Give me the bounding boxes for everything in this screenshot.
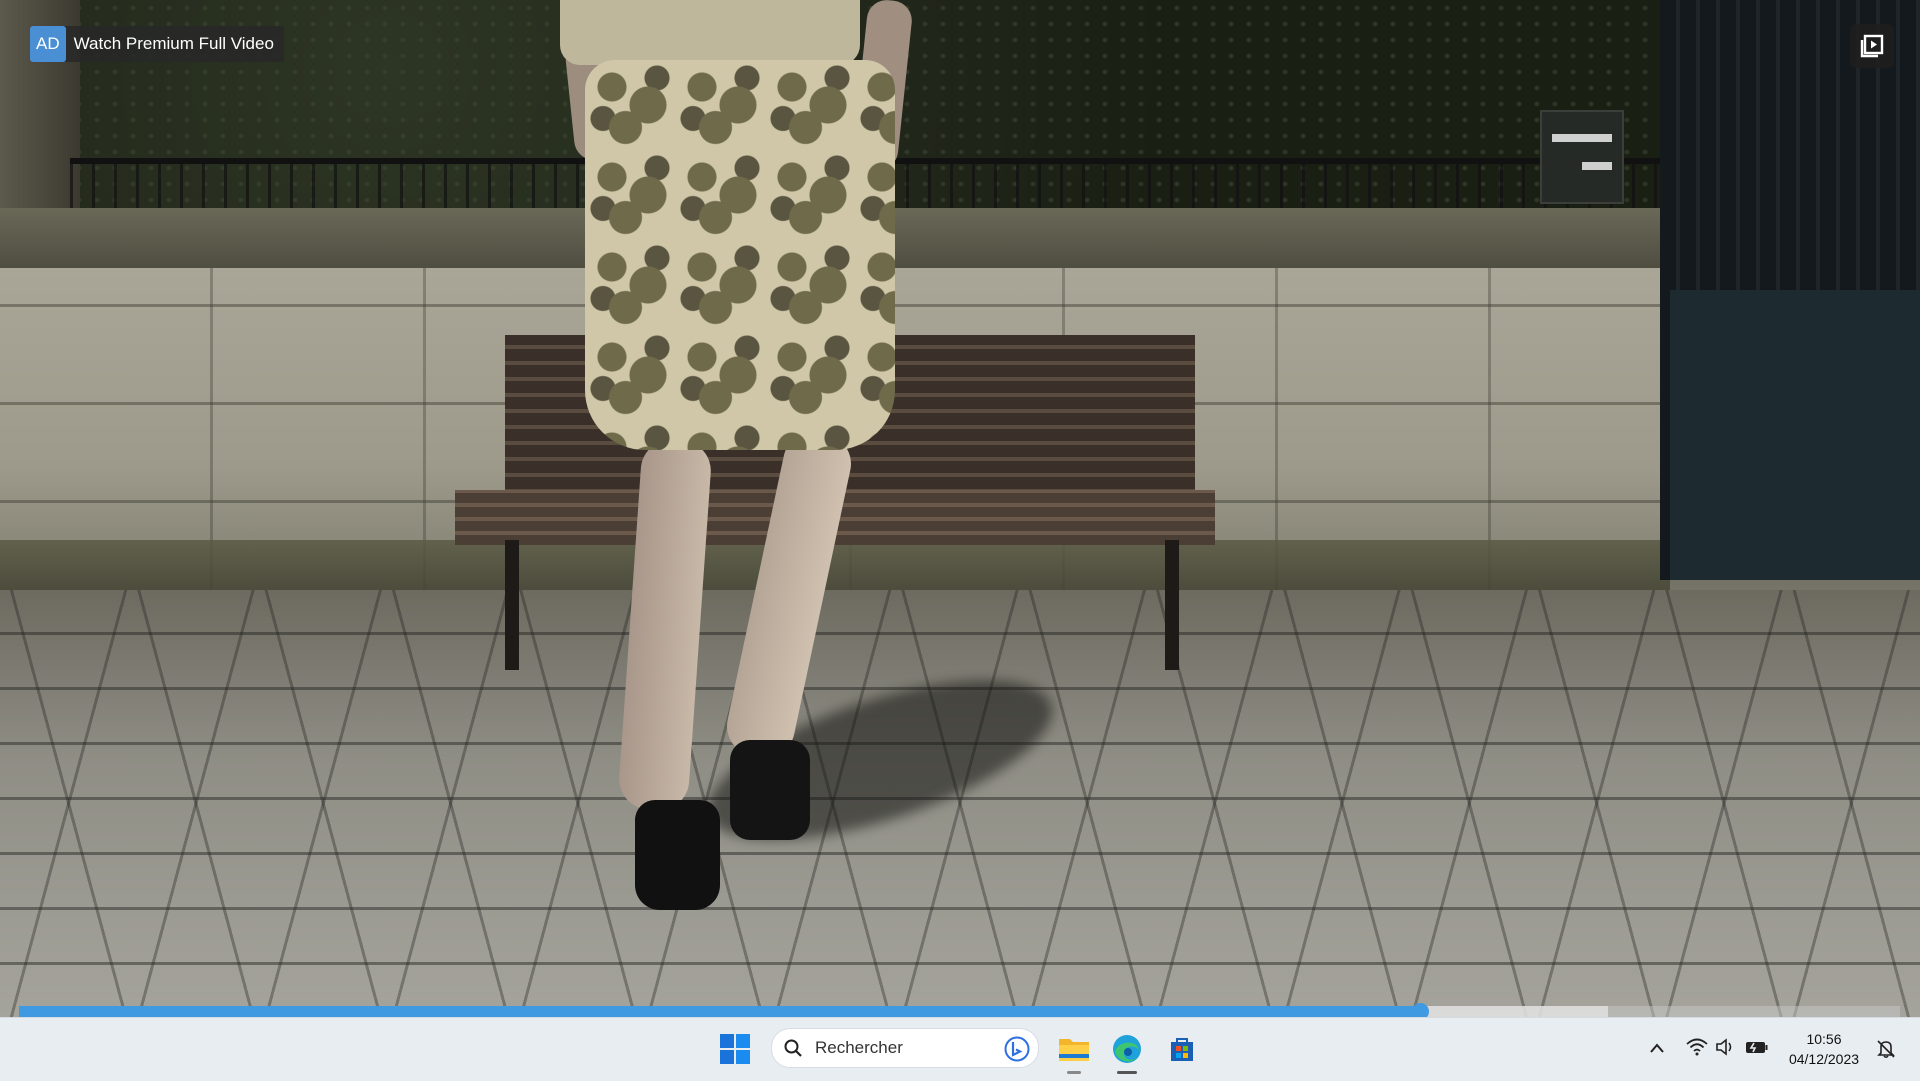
start-icon[interactable] xyxy=(718,1032,752,1066)
edge-app[interactable] xyxy=(1107,1029,1147,1074)
bing-icon[interactable] xyxy=(1004,1036,1030,1062)
playlist-play-icon xyxy=(1860,34,1884,58)
video-progress-bar[interactable] xyxy=(19,1003,1900,1020)
taskbar-clock[interactable]: 10:56 04/12/2023 xyxy=(1782,1029,1866,1069)
video-player[interactable] xyxy=(0,0,1920,1017)
file-explorer-app[interactable] xyxy=(1054,1029,1094,1074)
chevron-up-icon[interactable] xyxy=(1649,1042,1665,1054)
notification-icon[interactable] xyxy=(1876,1039,1896,1059)
mailbox xyxy=(1540,110,1624,204)
search-placeholder: Rechercher xyxy=(815,1038,903,1057)
store-app[interactable] xyxy=(1162,1029,1202,1069)
store-icon xyxy=(1171,1038,1193,1061)
ad-text: Watch Premium Full Video xyxy=(73,34,274,53)
volume-icon[interactable] xyxy=(1715,1038,1735,1056)
file-explorer-icon xyxy=(1059,1039,1089,1061)
taskbar-search[interactable]: Rechercher xyxy=(771,1028,1039,1068)
edge-icon xyxy=(1113,1035,1141,1063)
ad-tag: AD xyxy=(30,26,66,62)
taskbar: Rechercher 10:56 04/12/2023 xyxy=(0,1017,1920,1081)
playlist-button[interactable] xyxy=(1850,24,1894,68)
person-dress xyxy=(585,60,895,450)
wifi-icon[interactable] xyxy=(1686,1038,1708,1056)
progress-played xyxy=(19,1006,1421,1017)
clock-time: 10:56 xyxy=(1806,1031,1842,1047)
ad-link[interactable]: AD Watch Premium Full Video xyxy=(30,26,284,62)
clock-date: 04/12/2023 xyxy=(1788,1051,1860,1067)
search-icon xyxy=(784,1039,802,1057)
battery-icon[interactable] xyxy=(1745,1039,1769,1055)
